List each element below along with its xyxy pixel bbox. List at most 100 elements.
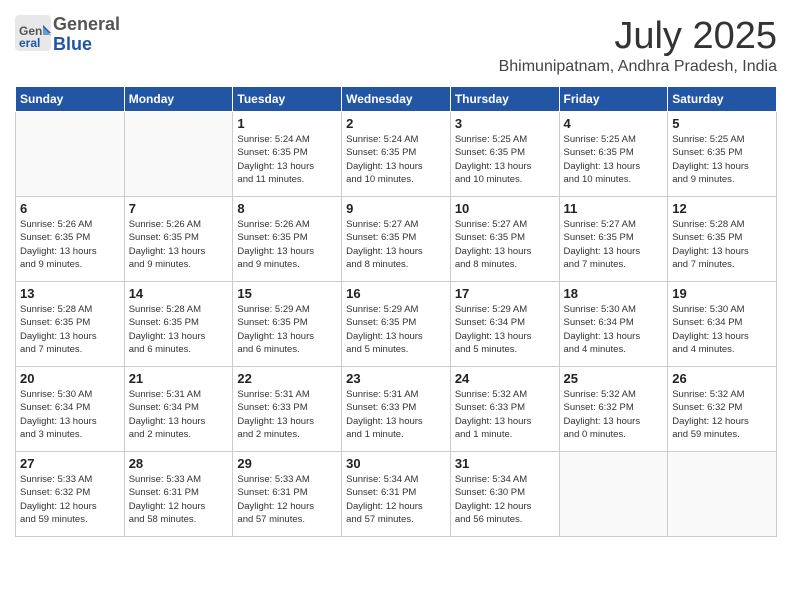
calendar-cell: 4 Sunrise: 5:25 AM Sunset: 6:35 PM Daylig… xyxy=(559,112,668,197)
calendar-cell: 3 Sunrise: 5:25 AM Sunset: 6:35 PM Daylig… xyxy=(450,112,559,197)
day-info: Sunrise: 5:31 AM Sunset: 6:33 PM Dayligh… xyxy=(237,388,337,441)
day-info: Sunrise: 5:25 AM Sunset: 6:35 PM Dayligh… xyxy=(455,133,555,186)
day-number: 7 xyxy=(129,201,229,216)
day-number: 29 xyxy=(237,456,337,471)
weekday-thursday: Thursday xyxy=(450,87,559,112)
day-number: 23 xyxy=(346,371,446,386)
day-info: Sunrise: 5:27 AM Sunset: 6:35 PM Dayligh… xyxy=(455,218,555,271)
day-number: 13 xyxy=(20,286,120,301)
day-number: 2 xyxy=(346,116,446,131)
weekday-wednesday: Wednesday xyxy=(342,87,451,112)
weekday-tuesday: Tuesday xyxy=(233,87,342,112)
calendar-cell: 25 Sunrise: 5:32 AM Sunset: 6:32 PM Dayli… xyxy=(559,367,668,452)
calendar-cell: 5 Sunrise: 5:25 AM Sunset: 6:35 PM Daylig… xyxy=(668,112,777,197)
calendar-cell: 1 Sunrise: 5:24 AM Sunset: 6:35 PM Daylig… xyxy=(233,112,342,197)
calendar-cell: 2 Sunrise: 5:24 AM Sunset: 6:35 PM Daylig… xyxy=(342,112,451,197)
weekday-monday: Monday xyxy=(124,87,233,112)
week-row-4: 20 Sunrise: 5:30 AM Sunset: 6:34 PM Dayli… xyxy=(16,367,777,452)
day-number: 5 xyxy=(672,116,772,131)
calendar-table: SundayMondayTuesdayWednesdayThursdayFrid… xyxy=(15,86,777,537)
logo: Gen eral General Blue xyxy=(15,15,120,55)
weekday-friday: Friday xyxy=(559,87,668,112)
day-info: Sunrise: 5:29 AM Sunset: 6:34 PM Dayligh… xyxy=(455,303,555,356)
day-number: 9 xyxy=(346,201,446,216)
day-info: Sunrise: 5:32 AM Sunset: 6:32 PM Dayligh… xyxy=(672,388,772,441)
calendar-cell: 27Sunrise: 5:33 AM Sunset: 6:32 PM Dayli… xyxy=(16,452,125,537)
calendar-cell: 30Sunrise: 5:34 AM Sunset: 6:31 PM Dayli… xyxy=(342,452,451,537)
day-info: Sunrise: 5:30 AM Sunset: 6:34 PM Dayligh… xyxy=(20,388,120,441)
day-info: Sunrise: 5:24 AM Sunset: 6:35 PM Dayligh… xyxy=(346,133,446,186)
calendar-cell: 8 Sunrise: 5:26 AM Sunset: 6:35 PM Daylig… xyxy=(233,197,342,282)
day-number: 12 xyxy=(672,201,772,216)
calendar-cell: 7 Sunrise: 5:26 AM Sunset: 6:35 PM Daylig… xyxy=(124,197,233,282)
calendar-body: 1 Sunrise: 5:24 AM Sunset: 6:35 PM Daylig… xyxy=(16,112,777,537)
month-title: July 2025 xyxy=(499,15,777,58)
calendar-cell: 17Sunrise: 5:29 AM Sunset: 6:34 PM Dayli… xyxy=(450,282,559,367)
week-row-1: 1 Sunrise: 5:24 AM Sunset: 6:35 PM Daylig… xyxy=(16,112,777,197)
calendar-cell: 31 Sunrise: 5:34 AM Sunset: 6:30 PM Dayli… xyxy=(450,452,559,537)
day-info: Sunrise: 5:33 AM Sunset: 6:31 PM Dayligh… xyxy=(237,473,337,526)
week-row-5: 27Sunrise: 5:33 AM Sunset: 6:32 PM Dayli… xyxy=(16,452,777,537)
day-number: 8 xyxy=(237,201,337,216)
day-info: Sunrise: 5:24 AM Sunset: 6:35 PM Dayligh… xyxy=(237,133,337,186)
day-number: 31 xyxy=(455,456,555,471)
calendar-cell: 20 Sunrise: 5:30 AM Sunset: 6:34 PM Dayli… xyxy=(16,367,125,452)
day-info: Sunrise: 5:29 AM Sunset: 6:35 PM Dayligh… xyxy=(346,303,446,356)
day-number: 16 xyxy=(346,286,446,301)
calendar-cell xyxy=(668,452,777,537)
day-info: Sunrise: 5:27 AM Sunset: 6:35 PM Dayligh… xyxy=(564,218,664,271)
calendar-cell: 29 Sunrise: 5:33 AM Sunset: 6:31 PM Dayli… xyxy=(233,452,342,537)
day-info: Sunrise: 5:27 AM Sunset: 6:35 PM Dayligh… xyxy=(346,218,446,271)
day-number: 3 xyxy=(455,116,555,131)
calendar-cell: 11 Sunrise: 5:27 AM Sunset: 6:35 PM Dayli… xyxy=(559,197,668,282)
day-info: Sunrise: 5:25 AM Sunset: 6:35 PM Dayligh… xyxy=(564,133,664,186)
day-number: 11 xyxy=(564,201,664,216)
day-number: 15 xyxy=(237,286,337,301)
day-number: 27 xyxy=(20,456,120,471)
week-row-2: 6Sunrise: 5:26 AM Sunset: 6:35 PM Daylig… xyxy=(16,197,777,282)
calendar-cell xyxy=(124,112,233,197)
day-info: Sunrise: 5:26 AM Sunset: 6:35 PM Dayligh… xyxy=(237,218,337,271)
day-info: Sunrise: 5:30 AM Sunset: 6:34 PM Dayligh… xyxy=(672,303,772,356)
day-number: 20 xyxy=(20,371,120,386)
calendar-cell: 15 Sunrise: 5:29 AM Sunset: 6:35 PM Dayli… xyxy=(233,282,342,367)
day-info: Sunrise: 5:32 AM Sunset: 6:32 PM Dayligh… xyxy=(564,388,664,441)
weekday-header-row: SundayMondayTuesdayWednesdayThursdayFrid… xyxy=(16,87,777,112)
day-number: 24 xyxy=(455,371,555,386)
day-number: 22 xyxy=(237,371,337,386)
calendar-cell: 22 Sunrise: 5:31 AM Sunset: 6:33 PM Dayli… xyxy=(233,367,342,452)
weekday-saturday: Saturday xyxy=(668,87,777,112)
day-number: 30 xyxy=(346,456,446,471)
week-row-3: 13Sunrise: 5:28 AM Sunset: 6:35 PM Dayli… xyxy=(16,282,777,367)
calendar-cell: 12 Sunrise: 5:28 AM Sunset: 6:35 PM Dayli… xyxy=(668,197,777,282)
calendar-cell: 10Sunrise: 5:27 AM Sunset: 6:35 PM Dayli… xyxy=(450,197,559,282)
day-info: Sunrise: 5:25 AM Sunset: 6:35 PM Dayligh… xyxy=(672,133,772,186)
day-number: 28 xyxy=(129,456,229,471)
calendar-cell xyxy=(16,112,125,197)
day-number: 26 xyxy=(672,371,772,386)
calendar-cell: 14Sunrise: 5:28 AM Sunset: 6:35 PM Dayli… xyxy=(124,282,233,367)
calendar-cell: 26 Sunrise: 5:32 AM Sunset: 6:32 PM Dayli… xyxy=(668,367,777,452)
location: Bhimunipatnam, Andhra Pradesh, India xyxy=(499,58,777,76)
logo-text: General Blue xyxy=(53,15,120,55)
calendar-cell: 19Sunrise: 5:30 AM Sunset: 6:34 PM Dayli… xyxy=(668,282,777,367)
day-info: Sunrise: 5:26 AM Sunset: 6:35 PM Dayligh… xyxy=(129,218,229,271)
day-number: 25 xyxy=(564,371,664,386)
day-info: Sunrise: 5:26 AM Sunset: 6:35 PM Dayligh… xyxy=(20,218,120,271)
calendar-cell: 6Sunrise: 5:26 AM Sunset: 6:35 PM Daylig… xyxy=(16,197,125,282)
calendar-cell: 18Sunrise: 5:30 AM Sunset: 6:34 PM Dayli… xyxy=(559,282,668,367)
day-number: 4 xyxy=(564,116,664,131)
svg-text:eral: eral xyxy=(19,36,40,50)
day-number: 1 xyxy=(237,116,337,131)
day-info: Sunrise: 5:30 AM Sunset: 6:34 PM Dayligh… xyxy=(564,303,664,356)
day-info: Sunrise: 5:31 AM Sunset: 6:34 PM Dayligh… xyxy=(129,388,229,441)
day-info: Sunrise: 5:29 AM Sunset: 6:35 PM Dayligh… xyxy=(237,303,337,356)
calendar-cell: 9 Sunrise: 5:27 AM Sunset: 6:35 PM Daylig… xyxy=(342,197,451,282)
calendar-cell: 24Sunrise: 5:32 AM Sunset: 6:33 PM Dayli… xyxy=(450,367,559,452)
logo-general: General xyxy=(53,15,120,35)
calendar-cell xyxy=(559,452,668,537)
day-info: Sunrise: 5:28 AM Sunset: 6:35 PM Dayligh… xyxy=(672,218,772,271)
logo-blue: Blue xyxy=(53,35,120,55)
day-info: Sunrise: 5:34 AM Sunset: 6:30 PM Dayligh… xyxy=(455,473,555,526)
calendar-cell: 21Sunrise: 5:31 AM Sunset: 6:34 PM Dayli… xyxy=(124,367,233,452)
